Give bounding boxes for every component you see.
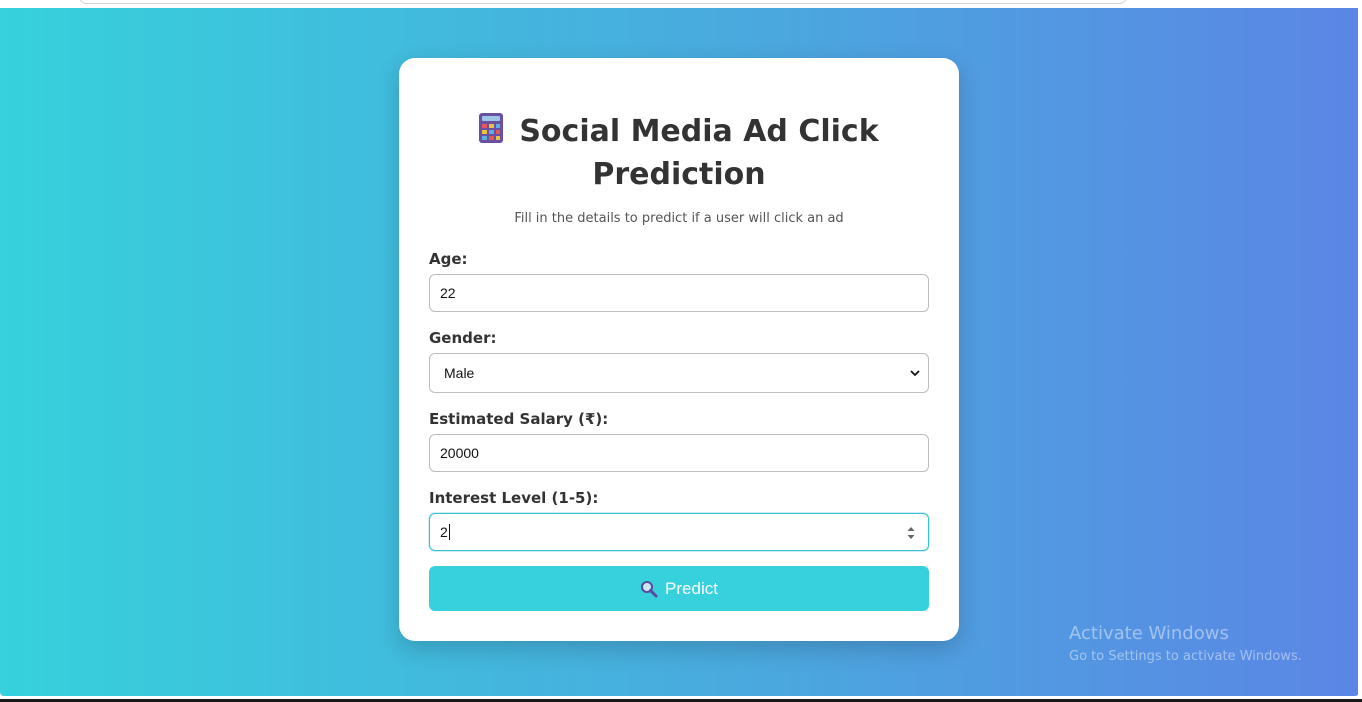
calculator-icon bbox=[479, 113, 504, 143]
activate-windows-watermark: Activate Windows Go to Settings to activ… bbox=[1069, 622, 1302, 668]
watermark-title: Activate Windows bbox=[1069, 623, 1229, 644]
browser-address-bar[interactable] bbox=[78, 0, 1128, 4]
watermark-subtitle: Go to Settings to activate Windows. bbox=[1069, 649, 1302, 664]
salary-input[interactable]: 20000 bbox=[429, 434, 929, 472]
age-value: 22 bbox=[440, 285, 456, 301]
magnifier-icon bbox=[641, 580, 658, 597]
prediction-card: Social Media Ad Click Prediction Fill in… bbox=[399, 58, 959, 641]
page-title: Social Media Ad Click Prediction bbox=[399, 110, 959, 196]
gender-selected-value: Male bbox=[444, 365, 475, 381]
salary-label: Estimated Salary (₹): bbox=[429, 410, 609, 428]
chevron-down-icon bbox=[910, 370, 920, 377]
interest-input[interactable]: 2 bbox=[429, 513, 929, 551]
predict-button-label: Predict bbox=[665, 578, 718, 598]
age-input[interactable]: 22 bbox=[429, 274, 929, 312]
gender-select[interactable]: Male bbox=[429, 353, 929, 393]
predict-button[interactable]: Predict bbox=[429, 566, 929, 611]
text-caret bbox=[448, 524, 450, 540]
salary-value: 20000 bbox=[440, 445, 479, 461]
gender-label: Gender: bbox=[429, 329, 497, 347]
interest-value: 2 bbox=[440, 524, 448, 540]
page-title-text: Social Media Ad Click Prediction bbox=[519, 114, 879, 192]
interest-label: Interest Level (1-5): bbox=[429, 489, 599, 507]
window-right-edge bbox=[1358, 8, 1362, 696]
spinner-arrows-icon[interactable] bbox=[907, 525, 915, 541]
page-subtitle: Fill in the details to predict if a user… bbox=[514, 211, 844, 226]
age-label: Age: bbox=[429, 250, 468, 268]
